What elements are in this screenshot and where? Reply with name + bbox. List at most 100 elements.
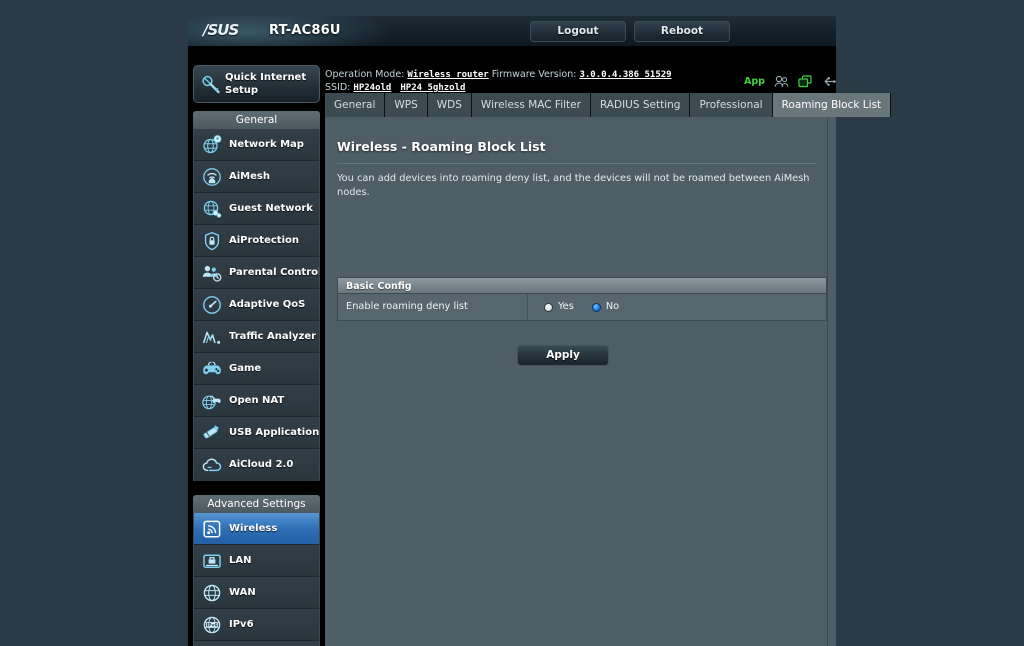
sidebar-item-label: USB Application bbox=[229, 427, 319, 438]
sidebar-item-label: Traffic Analyzer bbox=[229, 331, 317, 342]
app-link[interactable]: App bbox=[744, 76, 765, 87]
ssid-label: SSID: bbox=[325, 82, 351, 93]
radio-no-label: No bbox=[605, 301, 620, 312]
sidebar-item-ipv6[interactable]: IPv6 IPv6 bbox=[194, 609, 319, 641]
tab-radius-setting[interactable]: RADIUS Setting bbox=[590, 93, 691, 117]
asus-logo: /SUS bbox=[203, 21, 239, 39]
sidebar-item-label: AiCloud 2.0 bbox=[229, 459, 294, 470]
operation-mode-label: Operation Mode: bbox=[325, 69, 405, 80]
apply-button[interactable]: Apply bbox=[517, 345, 609, 366]
sidebar-item-aimesh[interactable]: AiMesh bbox=[194, 161, 319, 193]
quick-internet-setup-icon bbox=[202, 75, 220, 94]
aiprotection-shield-icon bbox=[201, 230, 223, 252]
sidebar-item-guest-network[interactable]: Guest Network bbox=[194, 193, 319, 225]
quick-internet-setup-button[interactable]: Quick Internet Setup bbox=[193, 65, 320, 103]
sidebar-item-label: AiMesh bbox=[229, 171, 270, 182]
sidebar-item-label: Game bbox=[229, 363, 262, 374]
router-model-name: RT-AC86U bbox=[269, 23, 341, 38]
sidebar-item-aiprotection[interactable]: AiProtection bbox=[194, 225, 319, 257]
network-monitors-icon[interactable] bbox=[798, 74, 812, 88]
sidebar-item-network-map[interactable]: Network Map bbox=[194, 129, 319, 161]
page-description: You can add devices into roaming deny li… bbox=[337, 173, 810, 198]
ipv6-globe-icon: IPv6 bbox=[201, 614, 223, 636]
svg-text:IPv6: IPv6 bbox=[207, 622, 218, 628]
tab-roaming-block-list[interactable]: Roaming Block List bbox=[772, 93, 892, 117]
sidebar-item-usb-application[interactable]: USB Application bbox=[194, 417, 319, 449]
sidebar-item-lan[interactable]: LAN bbox=[194, 545, 319, 577]
game-controller-icon bbox=[201, 358, 223, 380]
tab-wireless-mac-filter[interactable]: Wireless MAC Filter bbox=[471, 93, 591, 117]
main-content-area: Wireless - Roaming Block List You can ad… bbox=[325, 117, 836, 646]
sidebar-item-game[interactable]: Game bbox=[194, 353, 319, 385]
lan-port-icon bbox=[201, 550, 223, 572]
basic-config-header: Basic Config bbox=[338, 278, 826, 294]
radio-no[interactable]: No bbox=[591, 301, 620, 312]
tab-wds[interactable]: WDS bbox=[427, 93, 472, 117]
logout-button[interactable]: Logout bbox=[530, 21, 626, 42]
sidebar-general-menu: Network Map AiMesh Guest Network AiProtecti… bbox=[193, 129, 320, 481]
radio-yes[interactable]: Yes bbox=[544, 302, 574, 312]
operation-mode-value[interactable]: Wireless router bbox=[407, 70, 488, 80]
sidebar-item-traffic-analyzer[interactable]: Traffic Analyzer bbox=[194, 321, 319, 353]
qis-label-line2: Setup bbox=[225, 84, 259, 96]
usb-icon[interactable] bbox=[821, 76, 836, 87]
radio-yes-indicator bbox=[544, 302, 553, 312]
ssid-value-5ghz[interactable]: HP24_5ghzold bbox=[400, 83, 465, 93]
sidebar-item-open-nat[interactable]: Open NAT bbox=[194, 385, 319, 417]
sidebar-item-aicloud-2-0[interactable]: AiCloud 2.0 bbox=[194, 449, 319, 481]
radio-no-indicator bbox=[591, 302, 601, 312]
sidebar-item-label: Adaptive QoS bbox=[229, 299, 306, 310]
ssid-value-24ghz[interactable]: HP24old bbox=[353, 83, 391, 93]
sidebar-item-label: Wireless bbox=[229, 523, 278, 534]
sidebar-advanced-menu: Wireless LAN WAN IPv6 IPv6 VPN bbox=[193, 513, 320, 646]
tab-general[interactable]: General bbox=[325, 93, 386, 117]
aimesh-icon bbox=[201, 166, 223, 188]
status-icon-row: App bbox=[744, 73, 836, 89]
sidebar-section-general: General bbox=[193, 111, 320, 129]
wan-globe-icon bbox=[201, 582, 223, 604]
sidebar-item-label: LAN bbox=[229, 555, 252, 566]
sidebar-section-advanced: Advanced Settings bbox=[193, 495, 320, 513]
operation-mode-line: Operation Mode: Wireless router Firmware… bbox=[325, 69, 672, 81]
sidebar: Quick Internet Setup General Network Map… bbox=[188, 46, 325, 646]
content-panel: Wireless - Roaming Block List You can ad… bbox=[325, 117, 828, 646]
table-row: Enable roaming deny list Yes No bbox=[338, 294, 826, 320]
open-nat-icon bbox=[201, 390, 223, 412]
router-admin-page: /SUS RT-AC86U Logout Reboot English Oper… bbox=[0, 0, 1024, 646]
tab-professional[interactable]: Professional bbox=[690, 93, 773, 117]
basic-config-header-label: Basic Config bbox=[346, 281, 412, 292]
enable-roaming-deny-list-value: Yes No bbox=[528, 302, 826, 312]
sidebar-item-wireless[interactable]: Wireless bbox=[194, 513, 319, 545]
usb-application-icon bbox=[201, 422, 223, 444]
reboot-button[interactable]: Reboot bbox=[634, 21, 730, 42]
firmware-version-value[interactable]: 3.0.0.4.386_51529 bbox=[579, 70, 671, 80]
radio-yes-label: Yes bbox=[558, 301, 574, 312]
aicloud-icon bbox=[201, 454, 223, 476]
clients-people-icon[interactable] bbox=[774, 75, 789, 88]
sidebar-item-vpn[interactable]: VPN bbox=[194, 641, 319, 646]
sidebar-item-label: Guest Network bbox=[229, 203, 313, 214]
router-ui-frame: /SUS RT-AC86U Logout Reboot English Oper… bbox=[188, 16, 892, 646]
quick-internet-setup-label: Quick Internet Setup bbox=[225, 72, 317, 97]
network-map-icon bbox=[201, 134, 223, 156]
traffic-analyzer-icon bbox=[201, 326, 223, 348]
sidebar-item-wan[interactable]: WAN bbox=[194, 577, 319, 609]
firmware-label: Firmware Version: bbox=[491, 69, 577, 80]
parental-controls-icon bbox=[201, 262, 223, 284]
qis-label-line1: Quick Internet bbox=[225, 72, 307, 83]
sidebar-item-label: AiProtection bbox=[229, 235, 299, 246]
sidebar-item-label: IPv6 bbox=[229, 619, 254, 630]
tab-list: General WPS WDS Wireless MAC Filter RADIUS S… bbox=[325, 93, 892, 117]
tab-wps[interactable]: WPS bbox=[385, 93, 428, 117]
sidebar-item-parental-controls[interactable]: Parental Controls bbox=[194, 257, 319, 289]
sidebar-item-label: Open NAT bbox=[229, 395, 285, 406]
wireless-signal-icon bbox=[201, 518, 223, 540]
sidebar-item-label: WAN bbox=[229, 587, 256, 598]
title-divider bbox=[337, 163, 816, 164]
sidebar-item-label: VPN bbox=[229, 641, 252, 646]
sidebar-item-label: Parental Controls bbox=[229, 267, 319, 278]
guest-network-icon bbox=[201, 198, 223, 220]
basic-config-table: Basic Config Enable roaming deny list Ye… bbox=[337, 277, 827, 321]
sidebar-item-adaptive-qos[interactable]: Adaptive QoS bbox=[194, 289, 319, 321]
header-banner: /SUS RT-AC86U Logout Reboot English bbox=[188, 16, 836, 46]
